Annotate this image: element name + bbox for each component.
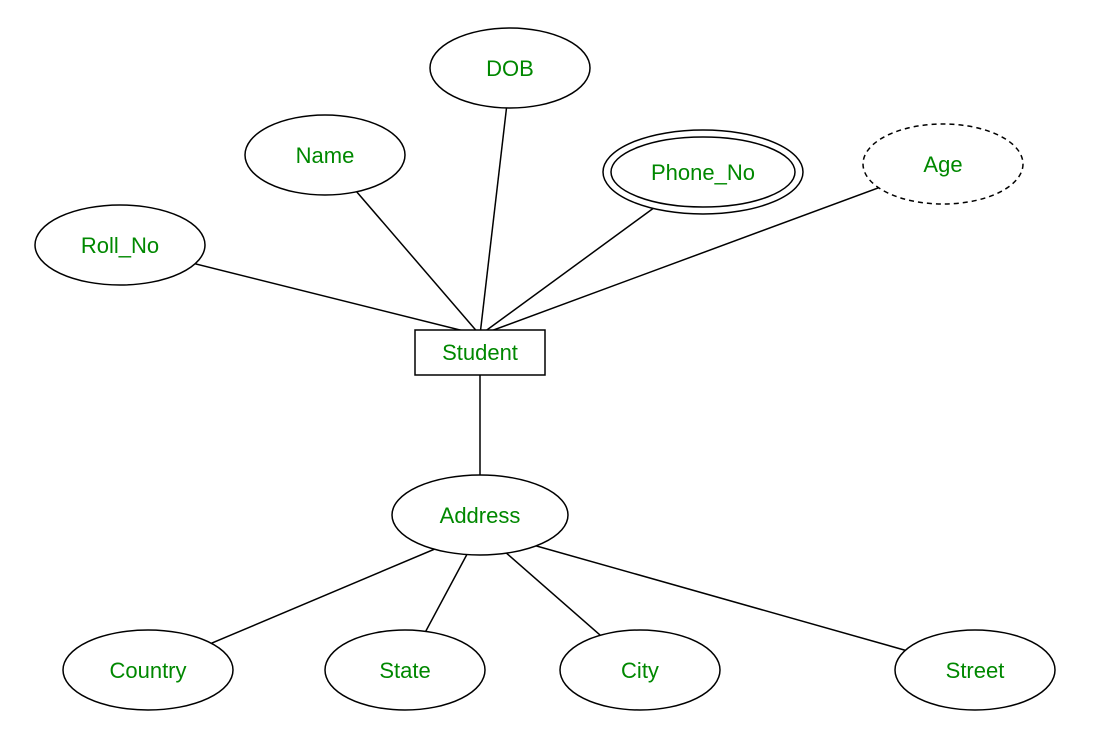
attr-state-label: State [379,658,430,683]
attr-address-label: Address [440,503,521,528]
edge-address-street [480,530,975,670]
attr-phoneno-label: Phone_No [651,160,755,185]
attr-dob-label: DOB [486,56,534,81]
attr-age-label: Age [923,152,962,177]
attr-city-label: City [621,658,659,683]
edge-student-dob [480,78,510,335]
attr-rollno-label: Roll_No [81,233,159,258]
attr-country-label: Country [109,658,186,683]
entity-student-label: Student [442,340,518,365]
attr-street-label: Street [946,658,1005,683]
er-diagram: Student Roll_No Name DOB Phone_No Age Ad… [0,0,1112,753]
attr-name-label: Name [296,143,355,168]
